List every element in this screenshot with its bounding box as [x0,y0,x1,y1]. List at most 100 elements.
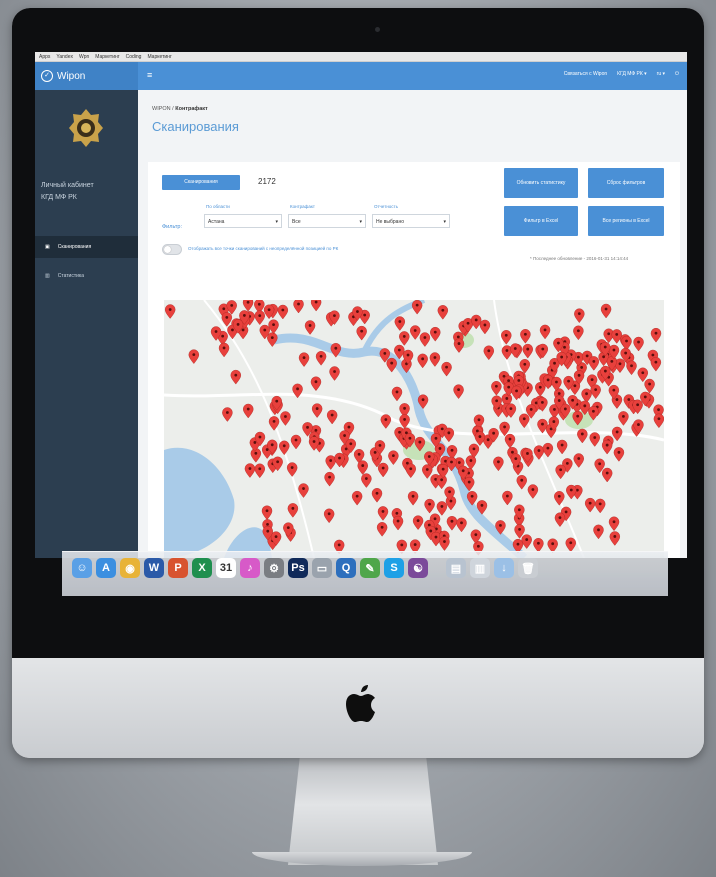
map-pin-dot [378,443,382,447]
map-pin-dot [400,543,404,547]
bookmark-item[interactable]: Маркетинг [95,52,119,61]
map-pin-dot [416,519,420,523]
map-pin-dot [636,403,640,407]
map-pin-dot [290,466,294,469]
map-pin-dot [357,452,361,456]
bookmark-item[interactable]: Apps [39,52,50,61]
downloads-icon[interactable]: ↓ [494,558,514,578]
sidebar-item-scans[interactable]: ▣ Сканирования [35,236,138,258]
power-icon[interactable]: ⏻ [675,71,679,77]
show-all-points-toggle[interactable] [162,244,182,255]
sidebar-item-statistics[interactable]: ▥ Статистика [35,265,138,287]
map-pin-dot [234,373,238,377]
reporting-select[interactable]: Не выбрано ▾ [372,214,450,228]
finder-icon[interactable]: ☺ [72,558,92,578]
map-pin-dot [308,324,312,327]
skype-icon[interactable]: S [384,558,404,578]
map-pin-dot [396,519,400,523]
scans-button[interactable]: Сканирования [162,175,240,190]
map-pin-dot [483,323,487,327]
bookmark-item[interactable]: Yandex [56,52,73,61]
language-menu[interactable]: ru ▾ [657,71,665,77]
trash-icon[interactable]: 🗑 [518,558,538,578]
itunes-icon[interactable]: ♪ [240,558,260,578]
preferences-icon[interactable]: ⚙ [264,558,284,578]
map-pin-dot [641,371,645,375]
map-pin-dot [503,425,506,429]
excel-icon[interactable]: X [192,558,212,578]
breadcrumb-root[interactable]: WIPON [152,106,171,112]
menu-toggle-icon[interactable]: ≡ [147,70,152,80]
camera-icon [375,27,380,32]
map-pin-dot [590,378,594,382]
map-pin-dot [495,399,499,403]
map-pin-dot [450,448,454,452]
contact-link[interactable]: Связаться с Wipon [564,71,607,77]
filter-excel-button[interactable]: Фильтр в Excel [504,206,578,236]
reporting-caption: Отчетность [374,204,398,209]
github-icon[interactable]: ☯ [408,558,428,578]
map-pin-dot [480,503,484,507]
map-pin-dot [553,361,556,365]
map-pin-dot [329,459,333,462]
map-pin-dot [605,443,609,447]
map-pin-dot [398,430,401,434]
brand-logo[interactable]: ✓ Wipon [35,62,138,90]
map-pin-dot [569,541,573,545]
map-pin-dot [312,440,316,443]
map-pin-dot [612,520,616,524]
map-pin-dot [274,535,278,538]
bookmark-item[interactable]: Wpn [79,52,89,61]
map-pin-dot [657,408,660,412]
map-pin-dot [441,308,445,312]
evernote-icon[interactable]: ✎ [360,558,380,578]
chrome-icon[interactable]: ◉ [120,558,140,578]
bookmark-item[interactable]: Маркетинг [147,52,171,61]
map-pin-dot [577,312,581,316]
map-pin-dot [391,454,395,458]
scan-icon: ▣ [45,244,50,250]
folder-icon[interactable]: ▤ [446,558,466,578]
powerpoint-icon[interactable]: P [168,558,188,578]
sidebar-item-label: Сканирования [57,244,92,250]
account-menu[interactable]: КГД МФ РК ▾ [617,71,647,77]
map-pin-dot [529,408,533,411]
counterfeit-caption: Контрафакт [290,204,315,209]
app-store-icon[interactable]: A [96,558,116,578]
cabinet-org: КГД МФ РК [41,194,77,201]
map-pin-dot [580,366,584,369]
preview-icon[interactable]: ▭ [312,558,332,578]
all-regions-excel-button[interactable]: Все регионы в Excel [588,206,664,236]
map-pin-dot [356,310,359,313]
map-pin-dot [505,397,509,400]
counterfeit-select[interactable]: Все ▾ [288,214,366,228]
map-pin-dot [567,379,570,383]
scan-map[interactable] [164,300,664,558]
map-canvas[interactable] [164,300,664,558]
quicktime-icon[interactable]: Q [336,558,356,578]
word-icon[interactable]: W [144,558,164,578]
map-pin-dot [576,414,580,418]
map-pin-dot [328,475,331,479]
map-pin-dot [654,360,658,364]
map-pin-dot [380,525,384,529]
calendar-icon[interactable]: 31 [216,558,236,578]
map-pin-dot [438,447,442,450]
map-pin-dot [266,529,270,533]
map-pin-dot [597,528,600,532]
map-pin-dot [214,330,218,333]
reset-filters-button[interactable]: Сброс фильтров [588,168,664,198]
photoshop-icon[interactable]: Ps [288,558,308,578]
map-pin-dot [594,388,598,392]
map-pin-dot [333,314,336,318]
region-select[interactable]: Астана ▾ [204,214,282,228]
map-pin-dot [327,512,331,516]
refresh-stats-button[interactable]: Обновить статистику [504,168,578,198]
filter-label: Фильтр: [162,224,183,230]
map-pin-dot [270,336,274,340]
document-icon[interactable]: ▥ [470,558,490,578]
emblem-icon [69,109,103,147]
bookmark-item[interactable]: Coding [126,52,142,61]
map-pin-dot [520,478,524,482]
map-pin-dot [583,404,587,408]
